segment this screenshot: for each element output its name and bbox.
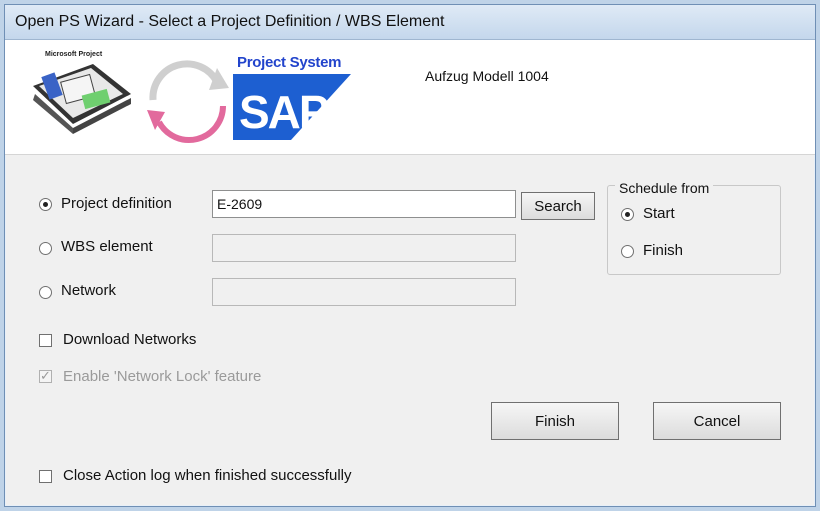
schedule-finish-label: Finish xyxy=(643,242,684,259)
network-lock-label: Enable 'Network Lock' feature xyxy=(63,368,262,385)
wbs-element-label: WBS element xyxy=(61,238,153,255)
project-definition-radio[interactable] xyxy=(39,198,52,211)
project-definition-label: Project definition xyxy=(61,195,172,212)
svg-text:SAP: SAP xyxy=(239,86,329,138)
ms-project-brand-text: Microsoft Project xyxy=(45,51,103,58)
schedule-from-group xyxy=(607,185,781,275)
window-title: Open PS Wizard - Select a Project Defini… xyxy=(15,13,445,30)
network-label: Network xyxy=(61,282,117,299)
search-button[interactable]: Search xyxy=(521,192,595,220)
schedule-from-legend: Schedule from xyxy=(615,180,714,196)
schedule-start-label: Start xyxy=(643,205,675,222)
sync-arrows-icon xyxy=(147,60,229,143)
cancel-button[interactable]: Cancel xyxy=(653,402,781,440)
wbs-element-radio[interactable] xyxy=(39,242,52,255)
schedule-start-radio[interactable] xyxy=(621,208,634,221)
sap-logo: SAP xyxy=(233,74,351,140)
project-system-label: Project System xyxy=(237,54,342,71)
project-definition-field[interactable] xyxy=(212,190,516,218)
finish-button[interactable]: Finish xyxy=(491,402,619,440)
title-bar[interactable]: Open PS Wizard - Select a Project Defini… xyxy=(5,5,815,40)
download-networks-checkbox[interactable] xyxy=(39,334,52,347)
close-action-log-label: Close Action log when finished successfu… xyxy=(63,467,352,484)
wizard-window: Open PS Wizard - Select a Project Defini… xyxy=(4,4,816,507)
checkmark-icon: ✓ xyxy=(40,368,51,383)
network-radio[interactable] xyxy=(39,286,52,299)
wizard-banner: Microsoft Project Project System SAP Auf… xyxy=(5,40,815,155)
wbs-element-field[interactable] xyxy=(212,234,516,262)
ms-project-icon: Microsoft Project xyxy=(33,51,131,134)
download-networks-label: Download Networks xyxy=(63,331,197,348)
network-field[interactable] xyxy=(212,278,516,306)
network-lock-checkbox[interactable]: ✓ xyxy=(39,368,52,383)
close-action-log-checkbox[interactable] xyxy=(39,470,52,483)
schedule-finish-radio[interactable] xyxy=(621,245,634,258)
banner-project-name: Aufzug Modell 1004 xyxy=(425,68,549,84)
